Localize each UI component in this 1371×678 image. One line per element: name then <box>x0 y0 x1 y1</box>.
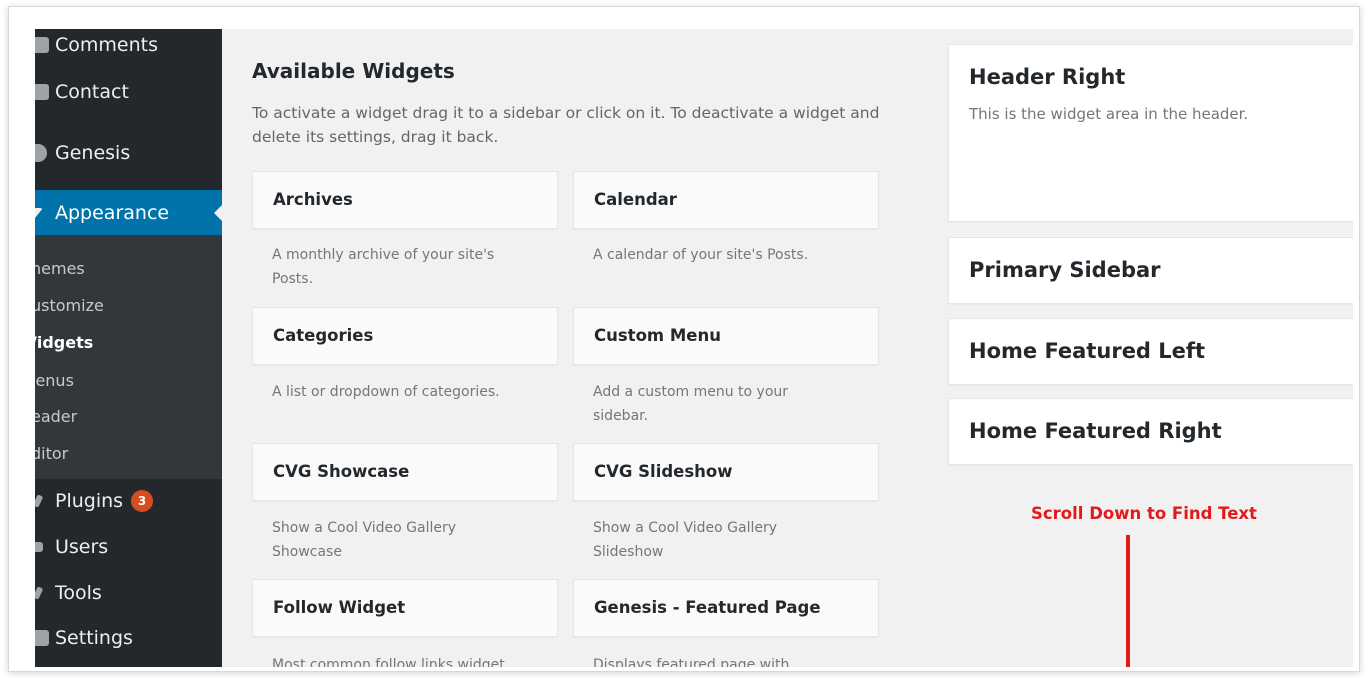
menu-plugins[interactable]: Plugins 3 <box>35 481 222 521</box>
widget-title: Archives <box>273 190 353 209</box>
admin-sidebar: Comments Contact Genesis Appearance heme… <box>35 29 222 667</box>
widget-cvg-showcase[interactable]: CVG Showcase <box>252 443 558 501</box>
contact-form-icon <box>35 84 49 100</box>
widget-genesis-featured-page[interactable]: Genesis - Featured Page <box>573 579 879 637</box>
area-title: Primary Sidebar <box>969 258 1161 282</box>
widget-title: Genesis - Featured Page <box>594 598 821 617</box>
menu-settings-label: Settings <box>55 627 133 649</box>
widget-categories[interactable]: Categories <box>252 307 558 365</box>
widget-title: CVG Showcase <box>273 462 410 481</box>
menu-comments[interactable]: Comments <box>35 29 222 65</box>
widget-title: Custom Menu <box>594 326 721 345</box>
screenshot-frame: Comments Contact Genesis Appearance heme… <box>8 6 1360 672</box>
menu-tools-label: Tools <box>55 582 102 604</box>
tools-icon <box>35 586 44 600</box>
menu-contact[interactable]: Contact <box>35 72 222 112</box>
area-title: Header Right <box>969 65 1126 89</box>
widget-title: Categories <box>273 326 374 345</box>
available-widgets-panel: Available Widgets To activate a widget d… <box>222 29 942 667</box>
submenu-customize[interactable]: ustomize <box>35 296 222 320</box>
widget-description: Most common follow links widget <box>272 657 505 667</box>
users-icon <box>35 542 43 552</box>
submenu-editor[interactable]: ditor <box>35 444 222 468</box>
menu-genesis[interactable]: Genesis <box>35 133 222 173</box>
menu-appearance[interactable]: Appearance <box>35 190 222 236</box>
submenu-widgets[interactable]: /idgets <box>35 333 222 357</box>
widget-description: Displays featured page with <box>593 657 790 667</box>
widget-cvg-slideshow[interactable]: CVG Slideshow <box>573 443 879 501</box>
menu-settings[interactable]: Settings <box>35 618 222 658</box>
menu-tools[interactable]: Tools <box>35 573 222 613</box>
submenu-themes[interactable]: hemes <box>35 259 222 283</box>
widget-description: A monthly archive of your site's Posts. <box>272 247 495 287</box>
widget-description: Show a Cool Video Gallery Slideshow <box>593 520 778 560</box>
available-widgets-title: Available Widgets <box>252 59 455 83</box>
menu-genesis-label: Genesis <box>55 142 131 164</box>
menu-users[interactable]: Users <box>35 527 222 567</box>
widget-title: CVG Slideshow <box>594 462 733 481</box>
widget-archives[interactable]: Archives <box>252 171 558 229</box>
menu-contact-label: Contact <box>55 81 129 103</box>
menu-users-label: Users <box>55 536 109 558</box>
update-count-badge: 3 <box>131 490 154 513</box>
sidebar-area-home-featured-right[interactable]: Home Featured Right <box>948 398 1353 465</box>
wp-admin-widgets-screen: Comments Contact Genesis Appearance heme… <box>35 29 1353 667</box>
menu-comments-label: Comments <box>55 34 158 56</box>
widget-custom-menu[interactable]: Custom Menu <box>573 307 879 365</box>
area-title: Home Featured Right <box>969 419 1222 443</box>
widget-title: Calendar <box>594 190 677 209</box>
sidebar-area-home-featured-left[interactable]: Home Featured Left <box>948 318 1353 385</box>
area-description: This is the widget area in the header. <box>969 105 1249 123</box>
menu-plugins-label: Plugins <box>55 489 124 512</box>
widget-description: Show a Cool Video Gallery Showcase <box>272 520 457 560</box>
genesis-icon <box>35 144 47 162</box>
widget-calendar[interactable]: Calendar <box>573 171 879 229</box>
menu-appearance-label: Appearance <box>55 202 170 224</box>
comment-icon <box>35 37 49 53</box>
appearance-submenu: hemes ustomize /idgets lenus eader ditor <box>35 235 222 479</box>
widget-title: Follow Widget <box>273 598 406 617</box>
available-widgets-description: To activate a widget drag it to a sideba… <box>252 104 880 146</box>
sidebar-area-header-right[interactable]: Header Right This is the widget area in … <box>948 44 1353 222</box>
widget-description: A list or dropdown of categories. <box>272 384 500 400</box>
submenu-header[interactable]: eader <box>35 407 222 431</box>
widget-description: Add a custom menu to your sidebar. <box>593 384 789 424</box>
paintbrush-icon <box>35 208 43 218</box>
submenu-menus[interactable]: lenus <box>35 371 222 395</box>
annotation-arrow-line <box>1126 535 1130 667</box>
scroll-annotation: Scroll Down to Find Text <box>1031 504 1257 523</box>
widget-description: A calendar of your site's Posts. <box>593 247 809 263</box>
area-title: Home Featured Left <box>969 339 1206 363</box>
sidebar-area-primary-sidebar[interactable]: Primary Sidebar <box>948 237 1353 304</box>
settings-icon <box>35 630 49 646</box>
plugin-icon <box>35 494 44 508</box>
widget-follow[interactable]: Follow Widget <box>252 579 558 637</box>
